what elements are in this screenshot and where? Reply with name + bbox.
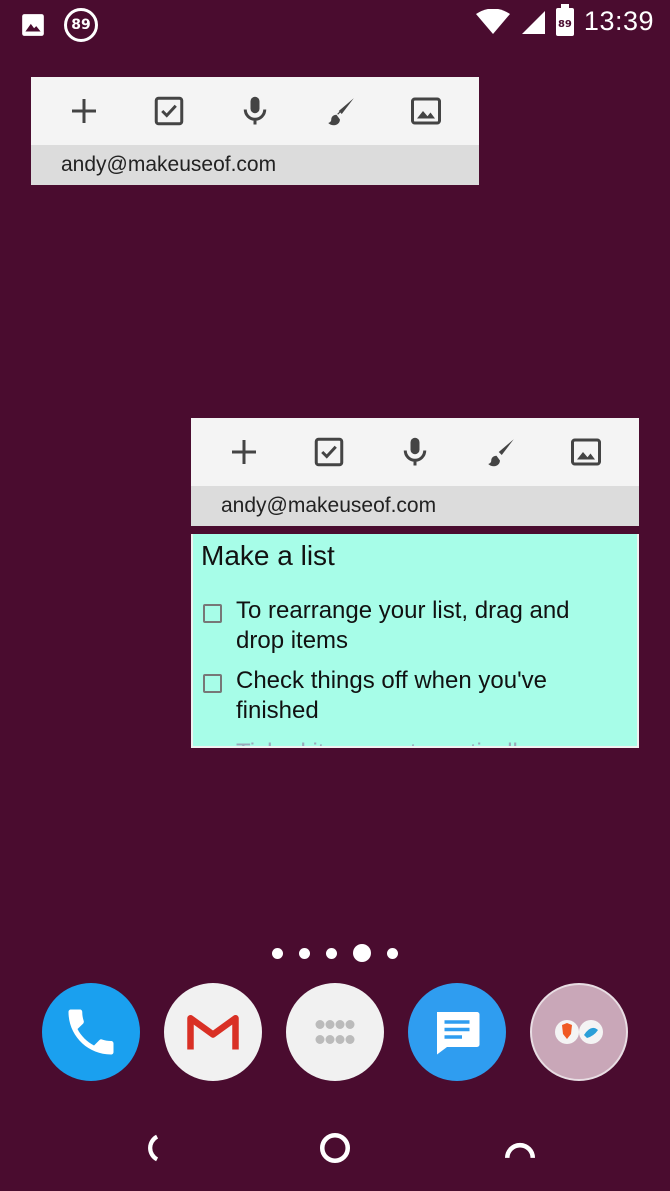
clock: 13:39 — [583, 6, 654, 36]
list-item: Ticked items go to vertically — [203, 738, 623, 748]
status-bar: 89 89 13:39 — [0, 0, 670, 48]
image-icon[interactable] — [406, 91, 446, 131]
folder-app[interactable] — [530, 983, 628, 1081]
recents-icon — [504, 1142, 536, 1159]
brush-icon[interactable] — [481, 432, 521, 472]
list-item-text: To rearrange your list, drag and drop it… — [236, 597, 570, 654]
list-item-text: Check things off when you've finished — [236, 667, 547, 724]
list-item-text: Ticked items go to vertically — [236, 738, 530, 746]
gmail-app[interactable] — [164, 983, 262, 1081]
list-item: Check things off when you've finished — [203, 666, 623, 726]
dock — [42, 983, 630, 1083]
microphone-icon[interactable] — [395, 432, 435, 472]
back-icon — [148, 1134, 159, 1162]
app-drawer-icon — [315, 1020, 355, 1044]
checklist-icon[interactable] — [149, 91, 189, 131]
keep-widget-toolbar: andy@makeuseof.com — [31, 77, 479, 185]
widget-toolbar — [191, 418, 639, 486]
gallery-notification-icon — [22, 14, 44, 36]
phone-app[interactable] — [42, 983, 140, 1081]
brush-icon[interactable] — [321, 91, 361, 131]
phone-icon — [68, 1009, 114, 1055]
app-drawer-button[interactable] — [286, 983, 384, 1081]
cell-signal-icon — [521, 10, 545, 34]
keep-widget-toolbar: andy@makeuseof.com — [191, 418, 639, 526]
widget-toolbar — [31, 77, 479, 145]
new-note-icon[interactable] — [64, 91, 104, 131]
note-card[interactable]: Make a list To rearrange your list, drag… — [191, 534, 639, 748]
messages-app[interactable] — [408, 983, 506, 1081]
notification-count-badge: 89 — [64, 8, 98, 42]
page-dot-active — [353, 944, 371, 962]
folder-icon — [555, 1020, 603, 1044]
battery-icon: 89 — [555, 3, 574, 36]
page-dot — [299, 947, 310, 959]
image-icon[interactable] — [566, 432, 606, 472]
back-button[interactable] — [130, 1128, 170, 1168]
account-email[interactable]: andy@makeuseof.com — [31, 145, 479, 185]
page-dot — [387, 947, 398, 959]
checkbox[interactable] — [203, 604, 222, 623]
checklist-icon[interactable] — [309, 432, 349, 472]
page-dot — [326, 947, 337, 959]
checkbox[interactable] — [203, 746, 222, 748]
navigation-bar — [0, 1110, 670, 1182]
list-item: To rearrange your list, drag and drop it… — [203, 596, 623, 656]
note-title: Make a list — [201, 540, 335, 571]
messages-icon — [437, 1012, 480, 1055]
microphone-icon[interactable] — [235, 91, 275, 131]
gmail-icon — [187, 1014, 239, 1050]
recents-button[interactable] — [500, 1128, 540, 1168]
checkbox[interactable] — [203, 674, 222, 693]
account-email[interactable]: andy@makeuseof.com — [191, 486, 639, 526]
home-icon — [319, 1132, 351, 1164]
page-dot — [272, 947, 283, 959]
new-note-icon[interactable] — [224, 432, 264, 472]
page-indicator — [0, 944, 670, 962]
wifi-icon — [475, 8, 510, 34]
home-button[interactable] — [315, 1128, 355, 1168]
